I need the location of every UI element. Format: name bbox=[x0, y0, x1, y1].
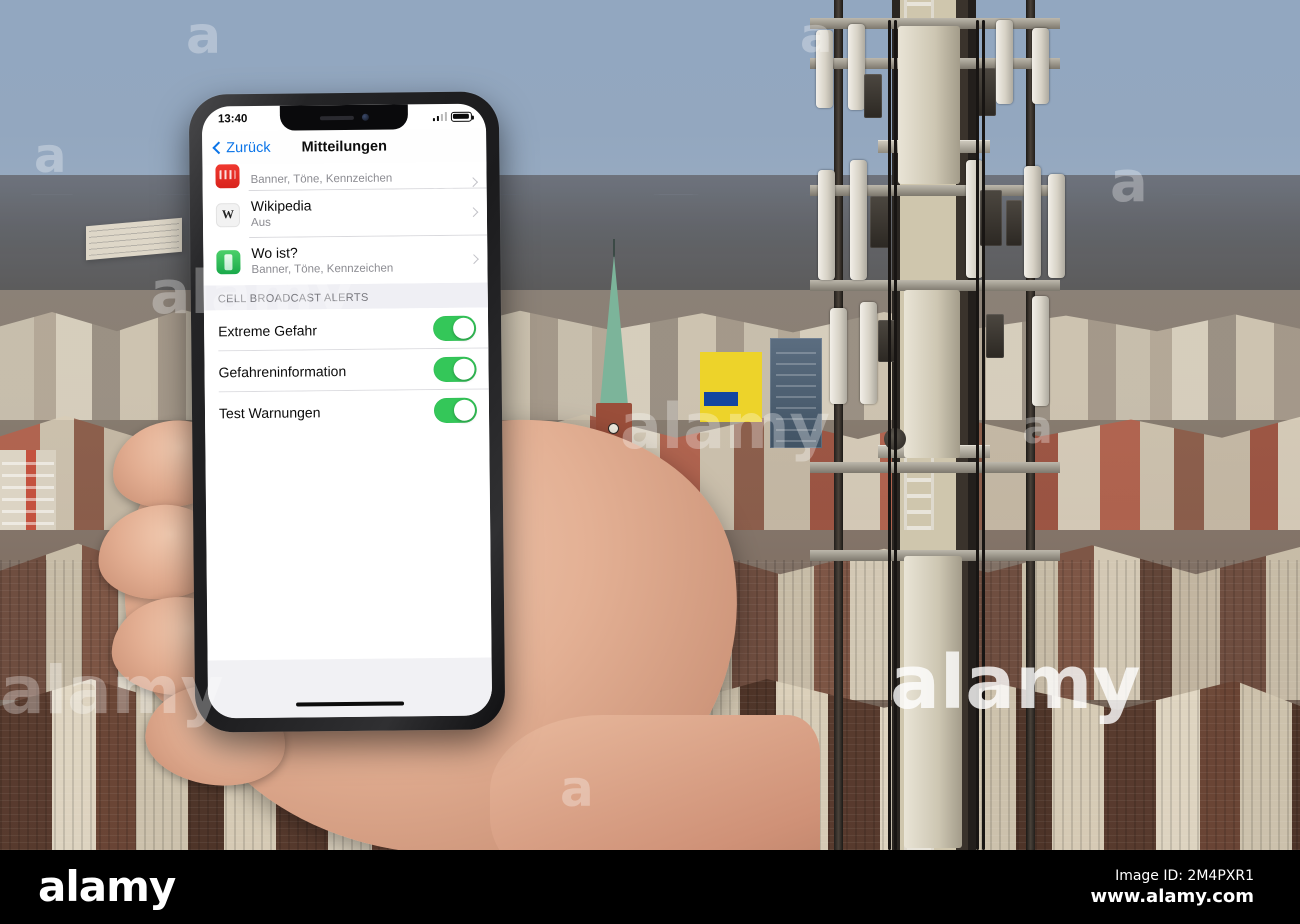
footer-meta: Image ID: 2M4PXR1 www.alamy.com bbox=[1090, 868, 1254, 907]
list-item[interactable]: Wo ist? Banner, Töne, Kennzeichen bbox=[203, 235, 488, 286]
tower-leg-left bbox=[834, 0, 843, 850]
red-app-icon bbox=[215, 164, 240, 189]
panel-antenna-10 bbox=[830, 308, 847, 404]
toggle-gefahreninformation[interactable] bbox=[433, 356, 477, 383]
chevron-right-icon bbox=[468, 254, 479, 265]
chevron-left-icon bbox=[212, 141, 226, 155]
feeder-cable-1 bbox=[888, 20, 891, 850]
panel-antenna-8 bbox=[1024, 166, 1041, 278]
setting-row-test-warnungen[interactable]: Test Warnungen bbox=[204, 389, 490, 434]
status-bar: 13:40 bbox=[202, 104, 486, 132]
cylindrical-radome-mid bbox=[904, 290, 960, 458]
back-button[interactable]: Zurück bbox=[212, 139, 271, 156]
battery-icon bbox=[450, 111, 472, 122]
chevron-right-icon bbox=[468, 207, 479, 218]
setting-row-gefahreninformation[interactable]: Gefahreninformation bbox=[204, 348, 489, 393]
phone-screen[interactable]: 13:40 Zurück Mitteilungen Banner, Töne, … bbox=[201, 103, 493, 719]
screen-footer bbox=[207, 657, 493, 719]
cylindrical-radome-top bbox=[898, 26, 960, 184]
list-item[interactable]: Banner, Töne, Kennzeichen bbox=[202, 161, 487, 192]
panel-antenna-4 bbox=[1032, 28, 1049, 104]
cylindrical-radome-low bbox=[904, 556, 962, 848]
list-item-subtitle: Aus bbox=[250, 217, 271, 230]
panel-antenna-1 bbox=[816, 30, 833, 108]
background-photograph: 13:40 Zurück Mitteilungen Banner, Töne, … bbox=[0, 0, 1300, 850]
signal-bars-icon bbox=[432, 111, 447, 122]
remote-radio-unit-2 bbox=[976, 68, 996, 116]
wrist bbox=[490, 715, 820, 850]
remote-radio-unit-5 bbox=[1006, 200, 1022, 246]
remote-radio-unit-1 bbox=[864, 74, 882, 118]
list-item-title: Wikipedia bbox=[250, 197, 312, 214]
cell-tower bbox=[800, 0, 1070, 850]
status-indicators bbox=[432, 111, 472, 122]
wikipedia-icon: W bbox=[215, 202, 241, 227]
back-button-label: Zurück bbox=[226, 139, 271, 156]
list-item[interactable]: W Wikipedia Aus bbox=[202, 188, 488, 239]
smartphone: 13:40 Zurück Mitteilungen Banner, Töne, … bbox=[188, 91, 506, 733]
panel-antenna-3 bbox=[996, 20, 1013, 104]
panel-antenna-5 bbox=[818, 170, 835, 280]
tower-platform-5 bbox=[810, 462, 1060, 473]
stock-photo-footer: alamy Image ID: 2M4PXR1 www.alamy.com bbox=[0, 850, 1300, 924]
green-copper-spire bbox=[600, 255, 628, 405]
red-striped-apartment bbox=[0, 450, 56, 530]
list-item-subtitle: Banner, Töne, Kennzeichen bbox=[251, 262, 394, 277]
list-item-title: Wo ist? bbox=[251, 244, 298, 261]
home-indicator[interactable] bbox=[296, 700, 405, 707]
list-item-text: Banner, Töne, Kennzeichen bbox=[250, 168, 463, 188]
list-item-text: Wikipedia Aus bbox=[251, 196, 464, 232]
panel-antenna-2 bbox=[848, 24, 865, 110]
panel-antenna-12 bbox=[1032, 296, 1049, 406]
settings-list[interactable]: Banner, Töne, Kennzeichen W Wikipedia Au… bbox=[202, 161, 492, 661]
toggle-test-warnungen[interactable] bbox=[433, 397, 478, 424]
setting-row-extreme-gefahr[interactable]: Extreme Gefahr bbox=[203, 307, 489, 352]
list-item-subtitle: Banner, Töne, Kennzeichen bbox=[250, 172, 393, 186]
panel-antenna-6 bbox=[850, 160, 867, 280]
find-my-icon bbox=[216, 249, 241, 274]
tower-leg-right bbox=[1026, 0, 1035, 850]
website-label: www.alamy.com bbox=[1090, 885, 1254, 907]
chevron-right-icon bbox=[468, 177, 479, 188]
feeder-cable-2 bbox=[894, 20, 897, 850]
setting-label: Test Warnungen bbox=[218, 403, 321, 421]
setting-label: Extreme Gefahr bbox=[218, 321, 318, 339]
alamy-logo: alamy bbox=[38, 862, 176, 911]
panel-antenna-9 bbox=[1048, 174, 1065, 278]
navigation-bar: Zurück Mitteilungen bbox=[202, 128, 487, 165]
image-id-label: Image ID: 2M4PXR1 bbox=[1115, 867, 1254, 884]
status-time: 13:40 bbox=[217, 112, 248, 125]
feeder-cable-3 bbox=[976, 20, 979, 850]
feeder-cable-4 bbox=[982, 20, 985, 850]
setting-label: Gefahreninformation bbox=[218, 362, 347, 380]
toggle-extreme-gefahr[interactable] bbox=[433, 315, 477, 342]
remote-radio-unit-7 bbox=[986, 314, 1004, 358]
tower-platform-3 bbox=[810, 185, 1060, 196]
section-header: CELL BROADCAST ALERTS bbox=[203, 282, 488, 311]
list-item-text: Wo ist? Banner, Töne, Kennzeichen bbox=[251, 243, 464, 279]
screenshot-root: 13:40 Zurück Mitteilungen Banner, Töne, … bbox=[0, 0, 1300, 924]
remote-radio-unit-3 bbox=[870, 196, 890, 248]
panel-antenna-11 bbox=[860, 302, 877, 404]
